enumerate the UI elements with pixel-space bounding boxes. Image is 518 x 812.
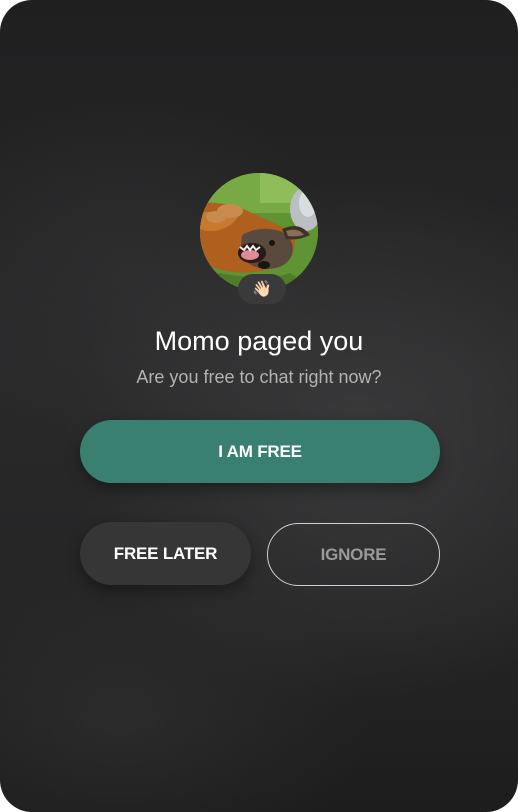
ignore-button[interactable]: IGNORE xyxy=(267,523,440,586)
page-title: Momo paged you xyxy=(154,326,364,356)
page-notification-card: 👋🏻 Momo paged you Are you free to chat r… xyxy=(0,0,518,812)
avatar-container: 👋🏻 xyxy=(200,173,318,304)
waving-hand-icon: 👋🏻 xyxy=(238,274,286,304)
i-am-free-button[interactable]: I AM FREE xyxy=(80,420,440,483)
free-later-button[interactable]: FREE LATER xyxy=(80,522,251,585)
page-subtitle: Are you free to chat right now? xyxy=(136,367,382,387)
